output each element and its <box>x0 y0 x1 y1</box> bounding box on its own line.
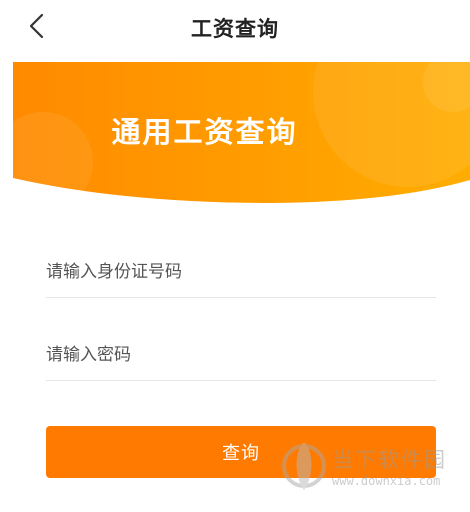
watermark-url: www.downxia.com <box>332 474 441 488</box>
watermark-name: 当下软件园 <box>332 448 447 472</box>
id-number-field <box>46 248 436 298</box>
password-input[interactable] <box>46 331 436 379</box>
watermark-logo-icon <box>282 442 326 490</box>
banner-title: 通用工资查询 <box>111 115 298 149</box>
id-number-input[interactable] <box>46 248 436 296</box>
banner: 通用工资查询 <box>13 62 470 205</box>
page-title: 工资查询 <box>191 17 279 41</box>
watermark: 当下软件园 www.downxia.com <box>282 438 452 496</box>
top-nav-bar: 工资查询 <box>0 0 470 56</box>
password-field <box>46 331 436 381</box>
